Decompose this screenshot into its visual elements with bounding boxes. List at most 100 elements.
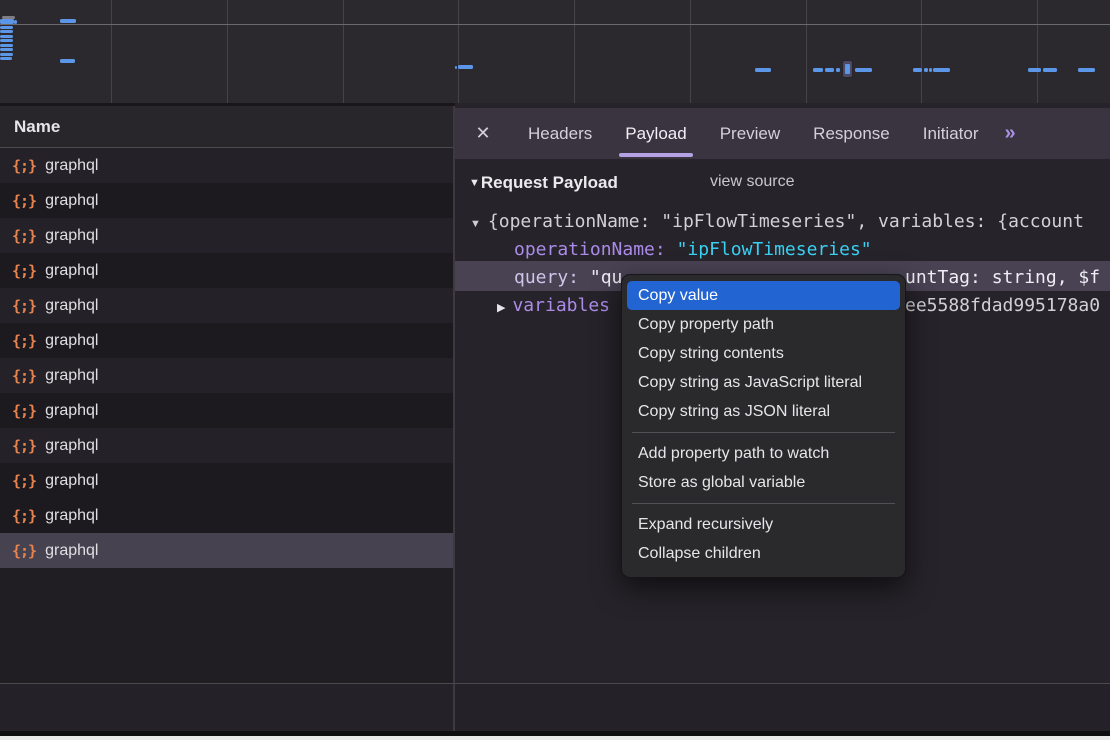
waterfall-bar	[60, 59, 75, 63]
waterfall-bar	[825, 68, 834, 72]
request-row[interactable]: {;}graphql	[0, 428, 453, 463]
menu-item-store-as-global-variable[interactable]: Store as global variable	[622, 468, 905, 497]
json-brackets-icon: {;}	[12, 192, 36, 210]
request-row[interactable]: {;} graphql	[0, 288, 453, 323]
waterfall-bar	[929, 68, 932, 72]
tab-initiator[interactable]: Initiator	[923, 108, 979, 159]
more-tabs-icon[interactable]: »	[1004, 122, 1013, 145]
request-row[interactable]: {;} graphql	[0, 148, 453, 183]
request-row[interactable]: {;}graphql	[0, 358, 453, 393]
request-row[interactable]: {;} graphql	[0, 463, 453, 498]
json-brackets-icon: {;}	[12, 297, 36, 315]
waterfall-bar	[1078, 68, 1095, 72]
json-brackets-icon: {;}	[12, 542, 36, 560]
json-brackets-icon: {;}	[12, 507, 36, 525]
property-value: "ipFlowTimeseries"	[677, 239, 872, 260]
request-row[interactable]: {;} graphql	[0, 253, 453, 288]
property-key: variables	[512, 295, 610, 316]
request-name: graphql	[45, 542, 98, 560]
waterfall-bar	[455, 66, 457, 69]
json-brackets-icon: {;}	[12, 472, 36, 490]
waterfall-bar	[0, 53, 13, 56]
request-row-selected[interactable]: {;} graphql	[0, 533, 453, 568]
network-overview-timeline[interactable]	[0, 0, 1110, 106]
collapse-triangle-icon: ▼	[469, 177, 480, 189]
menu-item-collapse-children[interactable]: Collapse children	[622, 539, 905, 568]
waterfall-bar	[913, 68, 922, 72]
overview-gridline	[111, 0, 112, 103]
collapsed-triangle-icon[interactable]: ▶	[497, 302, 505, 314]
request-name: graphql	[45, 402, 98, 420]
json-brackets-icon: {;}	[12, 332, 36, 350]
tab-headers[interactable]: Headers	[528, 108, 592, 159]
devtools-network-panel: Name {;} graphql {;} graphql {;} graphql {;…	[0, 0, 1110, 740]
waterfall-bar	[0, 44, 13, 47]
expand-triangle-icon[interactable]: ▼	[470, 218, 481, 230]
request-name: graphql	[45, 472, 98, 490]
variables-row-continued: ee5588fdad995178a0	[905, 292, 1100, 320]
menu-item-add-property-path-to-watch[interactable]: Add property path to watch	[622, 439, 905, 468]
name-column-header[interactable]: Name	[0, 106, 453, 148]
waterfall-bar	[0, 26, 13, 29]
overview-gridline	[343, 0, 344, 103]
payload-root-row[interactable]: ▼ {operationName: "ipFlowTimeseries", var…	[470, 208, 1084, 236]
waterfall-bar	[60, 19, 76, 23]
menu-item-copy-string-json-literal[interactable]: Copy string as JSON literal	[622, 397, 905, 426]
details-tab-bar: ✕ Headers Payload Preview Response Initi…	[455, 108, 1110, 159]
close-icon[interactable]: ✕	[471, 123, 495, 144]
request-row[interactable]: {;}graphql	[0, 498, 453, 533]
tab-response[interactable]: Response	[813, 108, 890, 159]
request-row[interactable]: {;} graphql	[0, 393, 453, 428]
panel-splitter[interactable]	[453, 106, 455, 731]
json-brackets-icon: {;}	[12, 262, 36, 280]
waterfall-bar	[458, 65, 473, 69]
request-payload-section-header[interactable]: ▼Request Payload	[469, 173, 618, 193]
menu-item-copy-value[interactable]: Copy value	[627, 281, 900, 310]
waterfall-bar	[0, 35, 13, 38]
request-row[interactable]: {;}graphql	[0, 323, 453, 358]
waterfall-bar	[0, 57, 12, 60]
query-row-continued: untTag: string, $f	[905, 264, 1100, 292]
waterfall-bar	[0, 39, 13, 42]
property-key: query:	[514, 267, 590, 288]
waterfall-bar	[14, 20, 17, 24]
waterfall-bar	[0, 48, 13, 51]
request-name: graphql	[45, 297, 98, 315]
selected-request-marker	[842, 60, 853, 78]
request-name: graphql	[45, 157, 98, 175]
waterfall-bar	[813, 68, 823, 72]
overview-gridline	[574, 0, 575, 103]
overview-gridline	[690, 0, 691, 103]
menu-item-expand-recursively[interactable]: Expand recursively	[622, 510, 905, 539]
property-key: operationName:	[514, 239, 677, 260]
overview-baseline	[0, 24, 1110, 25]
page-background-strip	[0, 736, 1110, 740]
overview-gridline	[806, 0, 807, 103]
waterfall-bar	[933, 68, 950, 72]
menu-separator	[632, 432, 895, 433]
menu-item-copy-property-path[interactable]: Copy property path	[622, 310, 905, 339]
request-row[interactable]: {;}graphql	[0, 218, 453, 253]
context-menu: Copy value Copy property path Copy strin…	[621, 274, 906, 578]
menu-item-copy-string-contents[interactable]: Copy string contents	[622, 339, 905, 368]
variables-row[interactable]: ▶ variables	[497, 292, 610, 320]
query-row[interactable]: query: "qu	[514, 264, 622, 292]
tab-payload[interactable]: Payload	[625, 108, 686, 159]
menu-separator	[632, 503, 895, 504]
footer-area	[0, 684, 1110, 731]
request-name: graphql	[45, 367, 98, 385]
waterfall-bar	[0, 30, 13, 33]
menu-item-copy-string-js-literal[interactable]: Copy string as JavaScript literal	[622, 368, 905, 397]
view-source-link[interactable]: view source	[710, 173, 794, 191]
payload-root-preview: {operationName: "ipFlowTimeseries", vari…	[488, 211, 1084, 232]
overview-gridline	[1037, 0, 1038, 103]
waterfall-bar	[0, 19, 14, 24]
json-brackets-icon: {;}	[12, 157, 36, 175]
request-row[interactable]: {;}graphql	[0, 183, 453, 218]
operation-name-row[interactable]: operationName: "ipFlowTimeseries"	[514, 236, 872, 264]
json-brackets-icon: {;}	[12, 402, 36, 420]
request-name: graphql	[45, 262, 98, 280]
property-value: "qu	[590, 267, 623, 288]
tab-preview[interactable]: Preview	[720, 108, 780, 159]
section-title: Request Payload	[481, 173, 618, 192]
